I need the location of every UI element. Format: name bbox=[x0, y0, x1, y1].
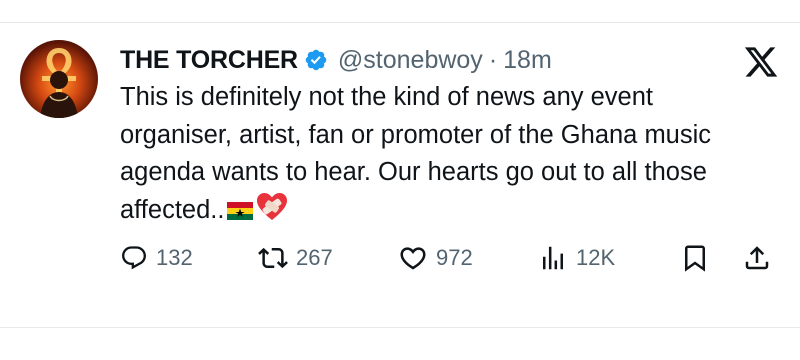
repost-button[interactable]: 267 bbox=[258, 238, 333, 278]
repost-icon bbox=[258, 247, 288, 269]
ghana-flag-icon bbox=[227, 201, 254, 220]
views-icon bbox=[543, 246, 563, 270]
tweet-header: THE TORCHER @stonebwoy · 18m bbox=[120, 44, 552, 76]
separator-dot: · bbox=[488, 45, 498, 74]
avatar[interactable] bbox=[20, 40, 98, 118]
tweet-text: This is definitely not the kind of news … bbox=[120, 79, 770, 229]
views-button[interactable]: 12K bbox=[538, 238, 615, 278]
reply-button[interactable]: 132 bbox=[120, 238, 193, 278]
bookmark-icon bbox=[685, 245, 705, 272]
timestamp[interactable]: 18m bbox=[503, 46, 552, 75]
repost-count: 267 bbox=[296, 245, 333, 270]
mending-heart-icon bbox=[257, 192, 288, 220]
display-name[interactable]: THE TORCHER bbox=[120, 46, 298, 75]
tweet-body: This is definitely not the kind of news … bbox=[120, 83, 712, 224]
share-button[interactable] bbox=[742, 238, 772, 278]
handle[interactable]: @stonebwoy bbox=[338, 46, 483, 75]
top-divider bbox=[0, 22, 800, 23]
bottom-divider bbox=[0, 327, 800, 328]
views-count: 12K bbox=[576, 245, 616, 270]
bookmark-button[interactable] bbox=[680, 238, 710, 278]
like-count: 972 bbox=[436, 245, 473, 270]
verified-badge-icon bbox=[305, 49, 327, 71]
like-icon bbox=[400, 247, 426, 270]
reply-count: 132 bbox=[156, 245, 193, 270]
like-button[interactable]: 972 bbox=[398, 238, 473, 278]
x-logo-icon bbox=[744, 47, 778, 77]
reply-icon bbox=[122, 246, 146, 270]
share-icon bbox=[745, 246, 769, 270]
action-bar: 132 267 972 12K bbox=[120, 238, 780, 278]
